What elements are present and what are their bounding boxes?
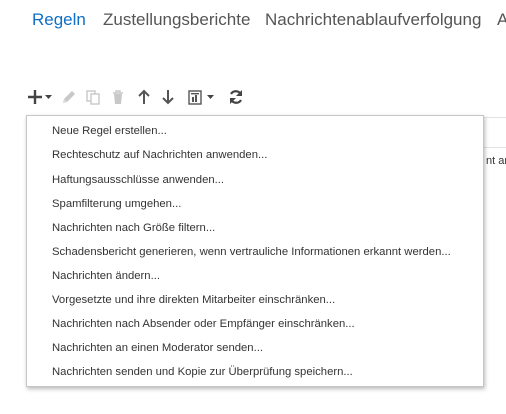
menu-item-filter-size[interactable]: Nachrichten nach Größe filtern...	[52, 218, 215, 238]
edit-button[interactable]	[61, 87, 79, 107]
refresh-icon	[228, 89, 244, 105]
copy-icon	[85, 89, 101, 105]
menu-item-disclaimers[interactable]: Haftungsausschlüsse anwenden...	[52, 170, 224, 190]
tab-truncated[interactable]: A	[497, 8, 506, 32]
menu-item-restrict-managers[interactable]: Vorgesetzte und ihre direkten Mitarbeite…	[52, 290, 335, 310]
rules-toolbar	[26, 87, 266, 107]
grid-cell-truncated: nt an	[486, 155, 506, 167]
plus-icon	[26, 88, 44, 106]
report-button[interactable]	[188, 87, 218, 107]
menu-item-send-to-moderator[interactable]: Nachrichten an einen Moderator senden...	[52, 338, 263, 358]
menu-item-send-and-save-copy[interactable]: Nachrichten senden und Kopie zur Überprü…	[52, 362, 353, 382]
delete-button[interactable]	[110, 87, 128, 107]
chevron-down-icon	[45, 94, 52, 100]
pencil-icon	[61, 89, 77, 105]
chevron-down-icon	[207, 94, 214, 100]
menu-item-restrict-sender-recipient[interactable]: Nachrichten nach Absender oder Empfänger…	[52, 314, 355, 334]
report-icon	[188, 89, 203, 105]
tab-zustellungsberichte[interactable]: Zustellungsberichte	[103, 8, 250, 32]
menu-item-modify-messages[interactable]: Nachrichten ändern...	[52, 266, 160, 286]
menu-item-incident-report[interactable]: Schadensbericht generieren, wenn vertrau…	[52, 242, 451, 262]
new-rule-button[interactable]	[26, 87, 56, 107]
arrow-up-icon	[136, 89, 152, 105]
trash-icon	[110, 89, 126, 105]
menu-item-rights-protection[interactable]: Rechteschutz auf Nachrichten anwenden...	[52, 145, 267, 165]
menu-item-new-rule[interactable]: Neue Regel erstellen...	[52, 121, 167, 141]
new-rule-dropdown-menu: Neue Regel erstellen... Rechteschutz auf…	[26, 115, 484, 387]
move-up-button[interactable]	[136, 87, 154, 107]
tab-nachrichtenablaufverfolgung[interactable]: Nachrichtenablaufverfolgung	[265, 8, 481, 32]
tab-regeln[interactable]: Regeln	[32, 8, 86, 32]
menu-item-bypass-spam[interactable]: Spamfilterung umgehen...	[52, 194, 181, 214]
refresh-button[interactable]	[228, 87, 246, 107]
arrow-down-icon	[160, 89, 176, 105]
copy-button[interactable]	[85, 87, 103, 107]
move-down-button[interactable]	[160, 87, 178, 107]
tab-bar: Regeln Zustellungsberichte Nachrichtenab…	[0, 8, 506, 34]
